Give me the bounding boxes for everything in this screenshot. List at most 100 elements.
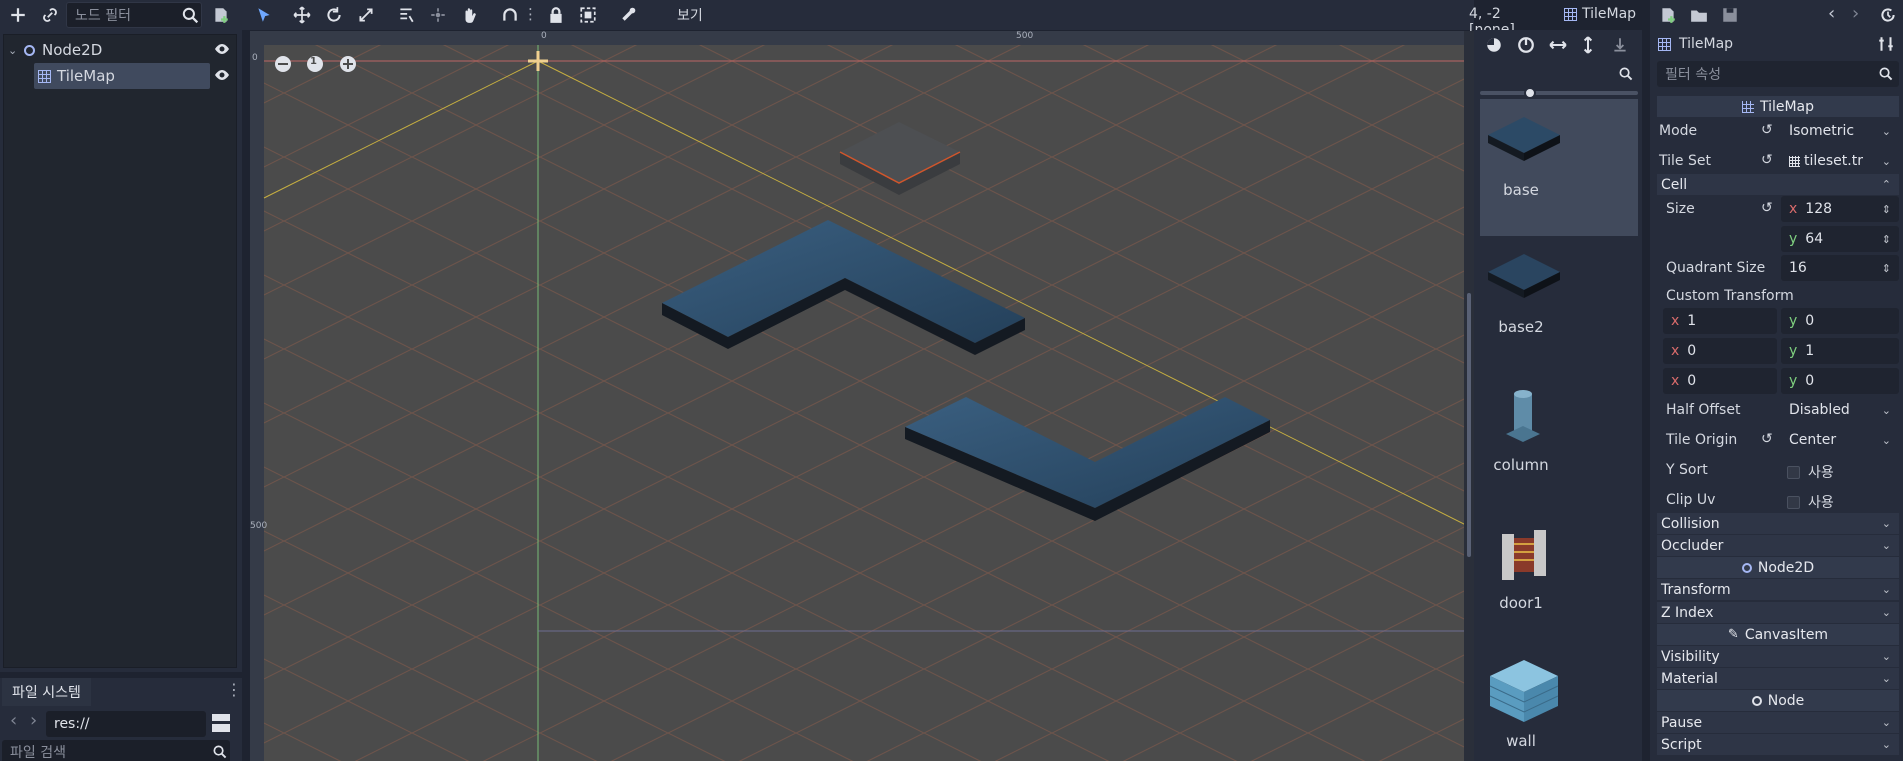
zoom-out-button[interactable] — [275, 56, 291, 72]
section-material[interactable]: Material ⌄ — [1657, 668, 1899, 689]
path-field[interactable]: res:// — [46, 711, 206, 737]
pivot-icon[interactable] — [424, 1, 452, 29]
tile-size-slider[interactable] — [1480, 87, 1638, 99]
section-label: Occluder — [1661, 537, 1724, 554]
canvas-viewport[interactable]: 1 0 500 0 500 — [250, 31, 1474, 761]
size-x-field[interactable]: x 128 ⇕ — [1781, 196, 1899, 222]
tile-wall-preview — [1489, 660, 1559, 722]
slider-grabber[interactable] — [1524, 87, 1536, 99]
half-offset-dropdown[interactable]: Disabled ⌄ — [1781, 397, 1899, 423]
flip-horizontal-icon[interactable] — [1544, 31, 1572, 59]
tree-item-node2d[interactable]: ⌄ Node2D — [8, 37, 234, 63]
save-icon[interactable] — [1716, 1, 1744, 29]
category-node: Node — [1657, 690, 1899, 711]
chevron-down-icon: ⌄ — [1881, 539, 1891, 552]
revert-icon[interactable]: ↺ — [1761, 431, 1773, 447]
viewport-toolbar: ⋮ 보기 4, -2 [none] TileMap — [242, 0, 1636, 38]
history-icon[interactable] — [1874, 1, 1902, 29]
back-arrow-icon[interactable]: ‹ — [10, 710, 17, 731]
transform-x-field[interactable]: x0 — [1663, 368, 1777, 394]
chevron-down-icon: ⌄ — [1881, 738, 1891, 751]
property-label: Clip Uv — [1666, 492, 1716, 508]
pan-hand-icon[interactable] — [456, 1, 484, 29]
history-back-icon[interactable]: ‹ — [1828, 3, 1835, 24]
section-collision[interactable]: Collision ⌄ — [1657, 513, 1899, 534]
snap-options-icon[interactable]: ⋮ — [523, 5, 538, 23]
visibility-eye-icon[interactable] — [214, 67, 230, 87]
property-tile-origin: Tile Origin ↺ Center ⌄ — [1657, 426, 1899, 454]
checkbox-box[interactable] — [1787, 465, 1800, 479]
clear-transform-icon[interactable] — [1606, 31, 1634, 59]
visibility-eye-icon[interactable] — [214, 41, 230, 61]
checkbox-box[interactable] — [1787, 495, 1800, 509]
flip-vertical-icon[interactable] — [1574, 31, 1602, 59]
split-mode-icon[interactable] — [212, 714, 230, 732]
rotate-mode-icon[interactable] — [320, 1, 348, 29]
y-sort-checkbox[interactable]: 사용 — [1787, 462, 1834, 482]
clip-uv-checkbox[interactable]: 사용 — [1787, 492, 1834, 512]
revert-icon[interactable]: ↺ — [1761, 200, 1773, 216]
history-forward-icon[interactable]: › — [1852, 3, 1859, 24]
add-script-icon[interactable] — [207, 1, 235, 29]
section-transform[interactable]: Transform ⌄ — [1657, 579, 1899, 600]
dock-menu-icon[interactable]: ⋮ — [226, 682, 242, 698]
snap-icon[interactable] — [496, 1, 524, 29]
transform-x-field[interactable]: x0 — [1663, 338, 1777, 364]
size-y-field[interactable]: y 64 ⇕ — [1781, 226, 1899, 252]
tab-filesystem[interactable]: 파일 시스템 — [2, 678, 91, 706]
transform-y-field[interactable]: y1 — [1781, 338, 1899, 364]
tile-item-base2[interactable]: base2 — [1480, 236, 1638, 373]
quadrant-size-field[interactable]: 16 ⇕ — [1781, 255, 1899, 281]
revert-icon[interactable]: ↺ — [1761, 122, 1773, 138]
viewport-scrollbar[interactable] — [1464, 31, 1474, 761]
move-mode-icon[interactable] — [288, 1, 316, 29]
size-y-value: 64 — [1805, 231, 1824, 247]
new-resource-icon[interactable] — [1654, 1, 1682, 29]
property-filter-input[interactable]: 필터 속성 — [1657, 61, 1899, 87]
rotate-right-icon[interactable] — [1512, 31, 1540, 59]
zoom-in-button[interactable] — [340, 56, 356, 72]
section-pause[interactable]: Pause ⌄ — [1657, 712, 1899, 733]
spinner-icon[interactable]: ⇕ — [1882, 203, 1891, 216]
section-z-index[interactable]: Z Index ⌄ — [1657, 602, 1899, 623]
forward-arrow-icon[interactable]: › — [30, 710, 37, 731]
section-script[interactable]: Script ⌄ — [1657, 734, 1899, 755]
chevron-down-icon: ⌄ — [1881, 606, 1891, 619]
spinner-icon[interactable]: ⇕ — [1882, 233, 1891, 246]
transform-x-field[interactable]: x1 — [1663, 308, 1777, 334]
tile-item-wall[interactable]: wall — [1480, 650, 1638, 761]
file-search-input[interactable]: 파일 검색 — [2, 740, 230, 761]
object-properties-icon[interactable] — [1872, 30, 1900, 58]
tileset-resource-picker[interactable]: tileset.tr ⌄ — [1781, 148, 1899, 174]
collapse-arrow-icon[interactable]: ⌄ — [8, 44, 20, 57]
filesystem-dock: 파일 시스템 ⋮ ‹ › res:// 파일 검색 — [0, 678, 242, 761]
link-icon[interactable] — [36, 1, 64, 29]
chevron-down-icon: ⌄ — [1881, 154, 1891, 168]
list-select-icon[interactable] — [392, 1, 420, 29]
transform-value: 0 — [1687, 343, 1697, 359]
skeleton-bone-icon[interactable] — [614, 1, 642, 29]
lock-icon[interactable] — [542, 1, 570, 29]
section-occluder[interactable]: Occluder ⌄ — [1657, 535, 1899, 556]
tile-origin-dropdown[interactable]: Center ⌄ — [1781, 427, 1899, 453]
section-visibility[interactable]: Visibility ⌄ — [1657, 646, 1899, 667]
mode-dropdown[interactable]: Isometric ⌄ — [1781, 118, 1899, 144]
select-mode-icon[interactable] — [250, 1, 278, 29]
add-node-icon[interactable] — [4, 1, 32, 29]
group-icon[interactable] — [574, 1, 602, 29]
rotate-left-icon[interactable] — [1480, 31, 1508, 59]
revert-icon[interactable]: ↺ — [1761, 152, 1773, 168]
tile-filter-input[interactable] — [1478, 63, 1638, 85]
scale-mode-icon[interactable] — [352, 1, 380, 29]
tree-item-tilemap[interactable]: TileMap — [34, 63, 210, 89]
tile-item-door1[interactable]: door1 — [1480, 512, 1638, 649]
transform-y-field[interactable]: y0 — [1781, 368, 1899, 394]
section-cell[interactable]: Cell ⌃ — [1657, 174, 1899, 195]
open-folder-icon[interactable] — [1685, 1, 1713, 29]
tile-item-base[interactable]: base — [1480, 99, 1638, 236]
view-menu[interactable]: 보기 — [677, 5, 703, 25]
transform-y-field[interactable]: y0 — [1781, 308, 1899, 334]
ruler-label: 500 — [250, 521, 268, 531]
tile-item-column[interactable]: column — [1480, 374, 1638, 511]
spinner-icon[interactable]: ⇕ — [1882, 262, 1891, 275]
